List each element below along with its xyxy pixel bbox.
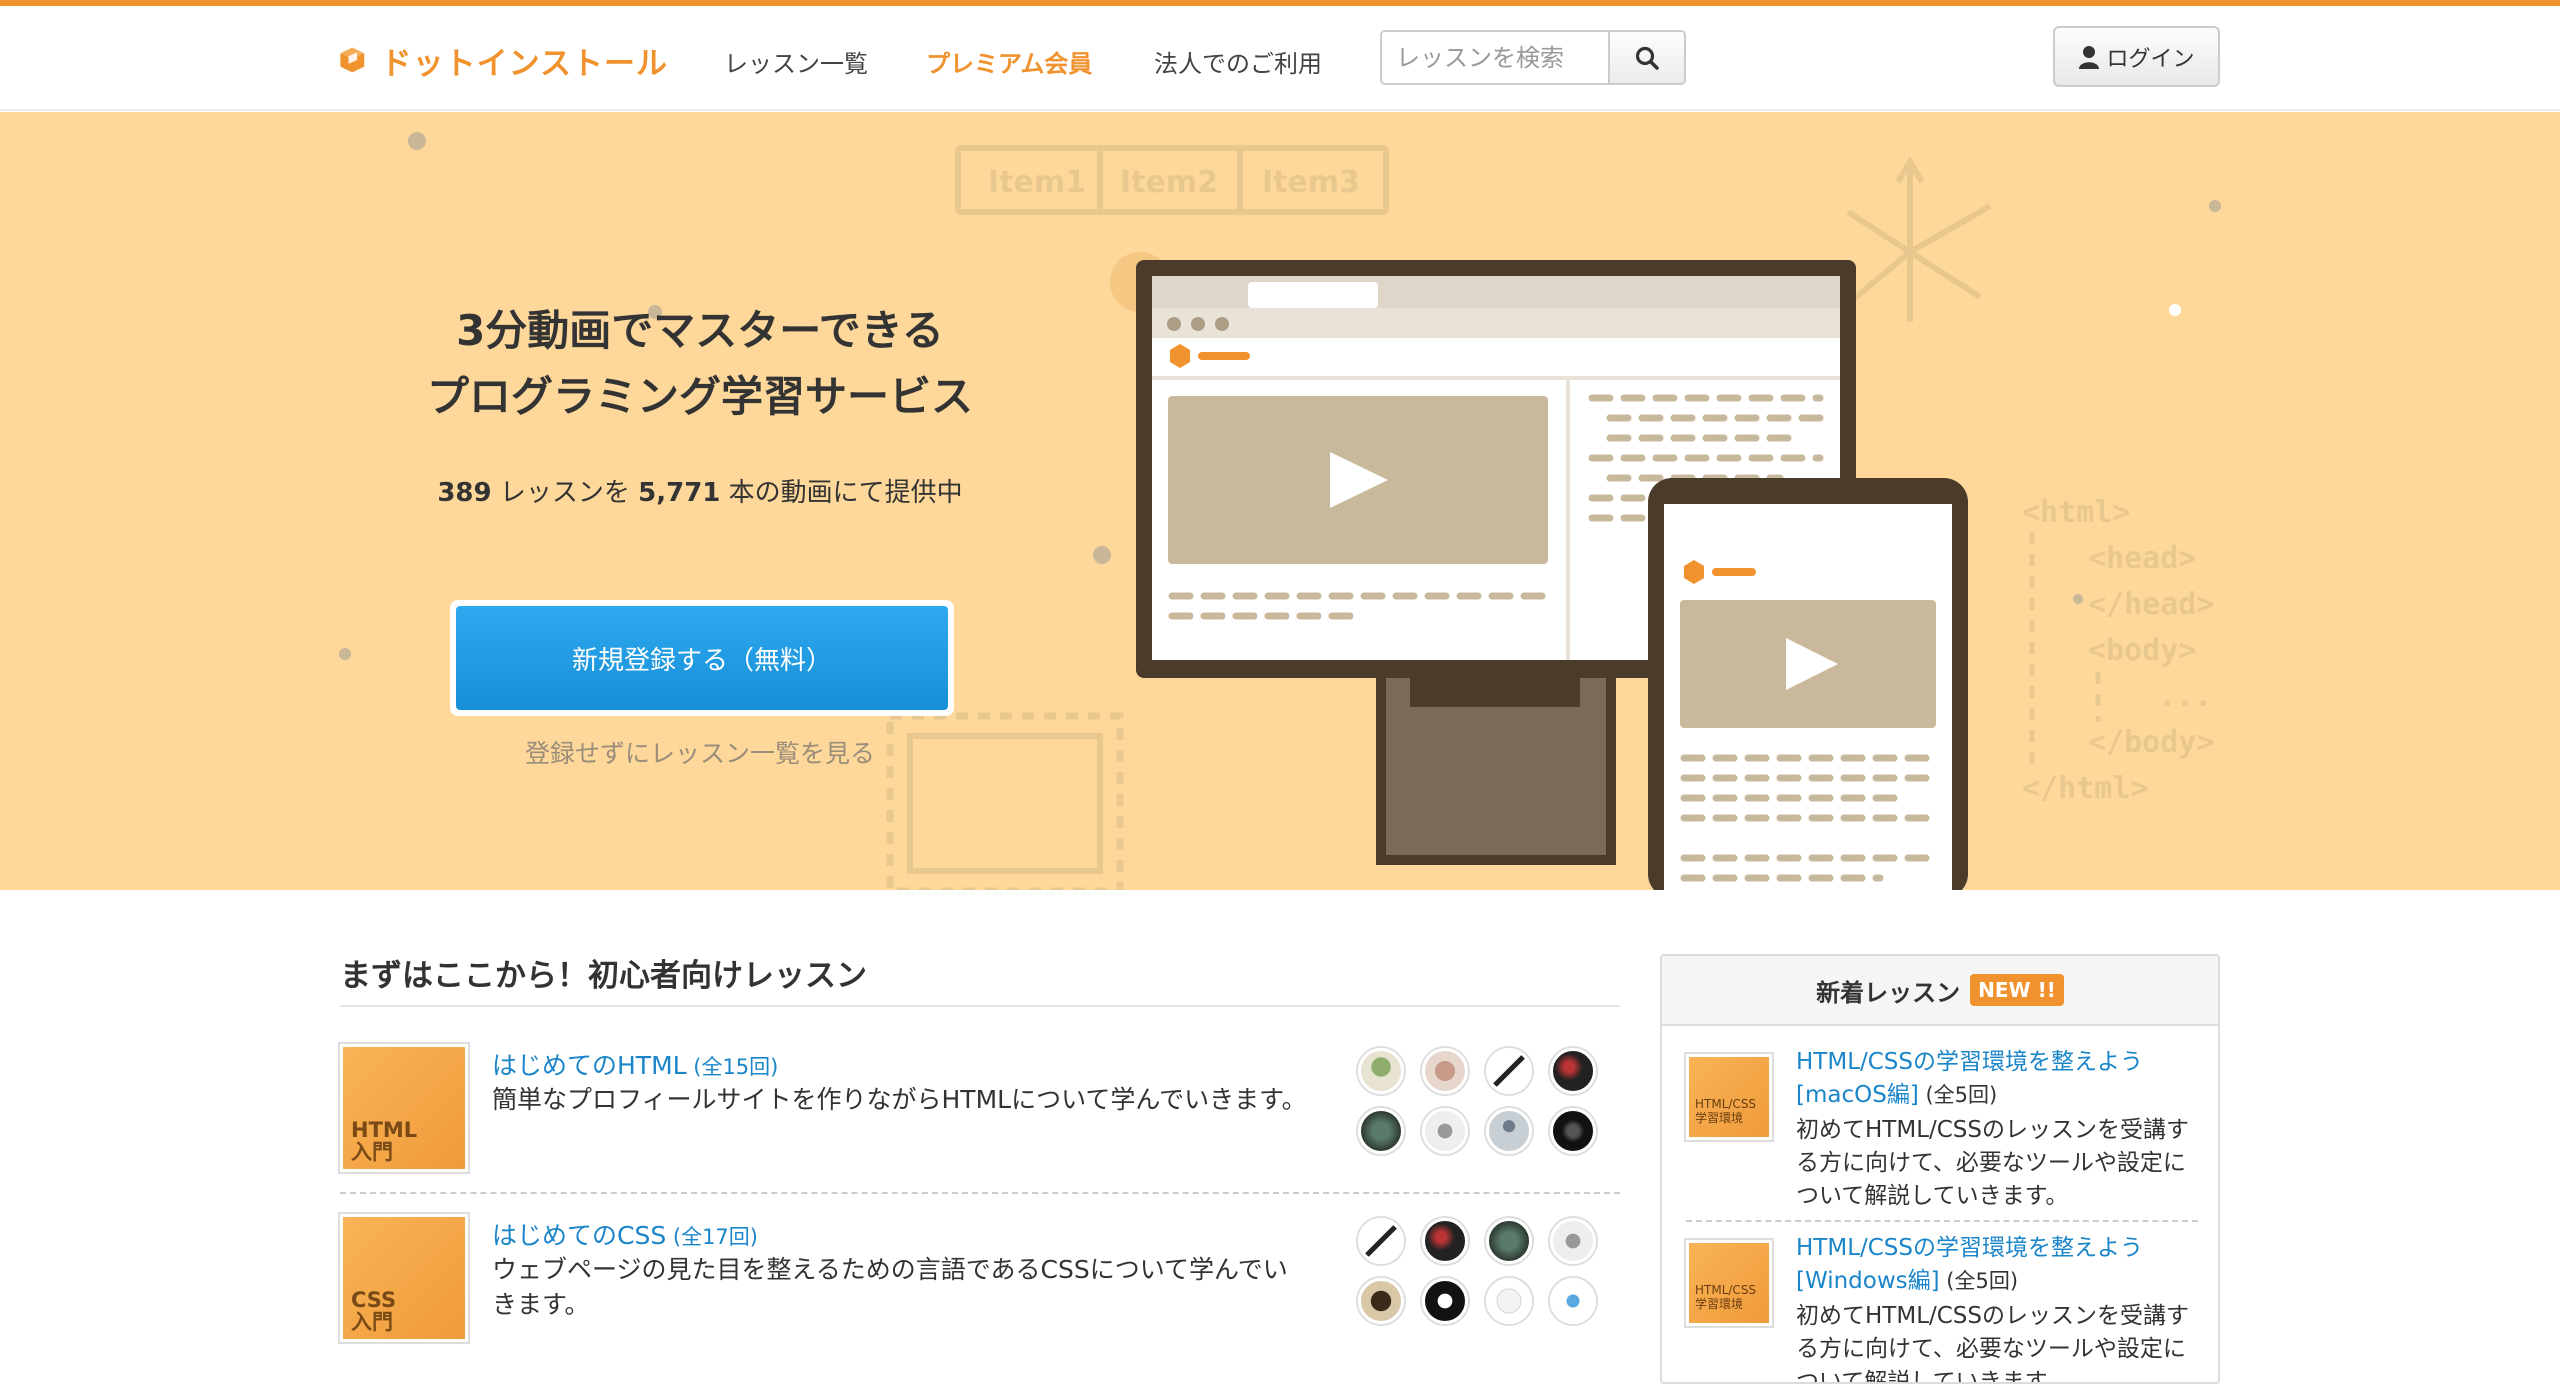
- new-lessons-header: 新着レッスン NEW !!: [1662, 956, 2218, 1026]
- avatar[interactable]: [1422, 1108, 1468, 1154]
- video-count: 5,771: [638, 478, 721, 508]
- signup-button-frame: 新規登録する（無料）: [450, 600, 954, 716]
- site-logo[interactable]: ドットインストール: [338, 30, 668, 90]
- new-badge: NEW !!: [1970, 974, 2064, 1006]
- new-lesson-description: 初めてHTML/CSSのレッスンを受講する方に向けて、必要なツールや設定について…: [1796, 1303, 2190, 1384]
- avatar[interactable]: [1486, 1218, 1532, 1264]
- hero-section: Item1 Item2 Item3 <html> <head> </head> …: [0, 112, 2560, 890]
- browse-lessons-link[interactable]: 登録せずにレッスン一覧を見る: [340, 734, 1060, 770]
- hero-sub-text-2: 本の動画にて提供中: [720, 478, 963, 508]
- avatar[interactable]: [1422, 1218, 1468, 1264]
- lesson-description: 簡単なプロフィールサイトを作りながらHTMLについて学んでいきます。: [492, 1085, 1307, 1114]
- avatar[interactable]: [1486, 1278, 1532, 1324]
- thumbnail-label: CSS 入門: [351, 1288, 397, 1334]
- lesson-title[interactable]: はじめてのCSS (全17回): [492, 1216, 758, 1252]
- art-code-1: <html>: [2022, 495, 2130, 530]
- lesson-count-badge: (全15回): [686, 1055, 779, 1079]
- lesson-title-text: はじめてのCSS: [492, 1221, 667, 1250]
- avatar[interactable]: [1550, 1218, 1596, 1264]
- new-lesson-item[interactable]: HTML/CSS 学習環境 HTML/CSSの学習環境を整えよう [Window…: [1686, 1232, 2198, 1384]
- avatar[interactable]: [1550, 1048, 1596, 1094]
- new-lesson-count: (全5回): [1939, 1269, 2019, 1293]
- search-input[interactable]: [1382, 32, 1608, 83]
- avatar[interactable]: [1486, 1108, 1532, 1154]
- new-lessons-heading: 新着レッスン: [1816, 978, 1961, 1007]
- new-lessons-panel: 新着レッスン NEW !! HTML/CSS 学習環境 HTML/CSSの学習環…: [1660, 954, 2220, 1384]
- lesson-count: 389: [437, 478, 492, 508]
- login-label: ログイン: [2106, 46, 2195, 72]
- avatar[interactable]: [1358, 1278, 1404, 1324]
- lesson-title[interactable]: はじめてのHTML (全15回): [492, 1046, 778, 1082]
- lesson-divider: [340, 1192, 1620, 1194]
- art-tab-3: Item3: [1262, 165, 1360, 200]
- hero-title-line-1: 3分動画でマスターできる: [456, 306, 944, 355]
- hero-title-line-2: プログラミング学習サービス: [426, 372, 973, 421]
- new-lesson-title[interactable]: HTML/CSSの学習環境を整えよう [macOS編] (全5回): [1796, 1046, 2196, 1112]
- avatar[interactable]: [1358, 1218, 1404, 1264]
- avatar[interactable]: [1358, 1048, 1404, 1094]
- new-lesson-description: 初めてHTML/CSSのレッスンを受講する方に向けて、必要なツールや設定について…: [1796, 1117, 2190, 1209]
- avatar[interactable]: [1422, 1278, 1468, 1324]
- new-lesson-thumbnail[interactable]: HTML/CSS 学習環境: [1686, 1054, 1772, 1140]
- search-box: [1380, 30, 1686, 85]
- art-tab-2: Item2: [1120, 165, 1218, 200]
- site-header: ドットインストール レッスン一覧 プレミアム会員 法人でのご利用 ログイン: [0, 6, 2560, 111]
- search-button[interactable]: [1608, 32, 1684, 83]
- avatar[interactable]: [1550, 1278, 1596, 1324]
- art-code-3: </head>: [2088, 587, 2214, 622]
- section-divider: [340, 1005, 1620, 1007]
- new-lesson-thumbnail[interactable]: HTML/CSS 学習環境: [1686, 1240, 1772, 1326]
- nav-lesson-list[interactable]: レッスン一覧: [724, 44, 868, 79]
- new-lesson-divider: [1686, 1220, 2198, 1222]
- user-icon: [2079, 45, 2100, 69]
- search-icon: [1635, 46, 1659, 70]
- signup-button[interactable]: 新規登録する（無料）: [456, 606, 948, 710]
- art-code-6: </body>: [2088, 725, 2214, 760]
- new-lesson-title[interactable]: HTML/CSSの学習環境を整えよう [Windows編] (全5回): [1796, 1232, 2196, 1298]
- lesson-item-css[interactable]: CSS 入門 はじめてのCSS (全17回) ウェブページの見た目を整えるための…: [340, 1214, 1620, 1374]
- nav-premium[interactable]: プレミアム会員: [926, 44, 1092, 79]
- lesson-item-html[interactable]: HTML 入門 はじめてのHTML (全15回) 簡単なプロフィールサイトを作り…: [340, 1044, 1620, 1204]
- lesson-thumbnail[interactable]: CSS 入門: [340, 1214, 468, 1342]
- art-code-2: <head>: [2088, 541, 2196, 576]
- art-code-5: ...: [2158, 679, 2212, 714]
- hero-title: 3分動画でマスターできる プログラミング学習サービス: [340, 298, 1060, 430]
- lesson-description: ウェブページの見た目を整えるための言語であるCSSについて学んでいきます。: [492, 1255, 1288, 1319]
- thumbnail-label: HTML/CSS 学習環境: [1695, 1283, 1757, 1311]
- art-code-7: </html>: [2022, 771, 2148, 806]
- hero-sub-text-1: レッスンを: [491, 478, 639, 508]
- new-lesson-item[interactable]: HTML/CSS 学習環境 HTML/CSSの学習環境を整えよう [macOS編…: [1686, 1046, 2198, 1231]
- avatar[interactable]: [1550, 1108, 1596, 1154]
- beginner-section-heading: まずはここから！初心者向けレッスン: [340, 958, 867, 994]
- logo-cube-icon: [340, 47, 365, 73]
- lesson-thumbnail[interactable]: HTML 入門: [340, 1044, 468, 1172]
- nav-corporate[interactable]: 法人でのご利用: [1154, 44, 1322, 79]
- avatar[interactable]: [1486, 1048, 1532, 1094]
- login-button[interactable]: ログイン: [2053, 26, 2220, 87]
- thumbnail-label: HTML/CSS 学習環境: [1695, 1097, 1757, 1125]
- new-lesson-count: (全5回): [1918, 1083, 1998, 1107]
- lesson-count-badge: (全17回): [666, 1225, 758, 1249]
- art-tab-1: Item1: [988, 165, 1086, 200]
- avatar[interactable]: [1422, 1048, 1468, 1094]
- lesson-title-text: はじめてのHTML: [492, 1051, 687, 1080]
- logo-text: ドットインストール: [380, 45, 668, 82]
- thumbnail-label: HTML 入門: [351, 1118, 418, 1164]
- avatar[interactable]: [1358, 1108, 1404, 1154]
- art-code-4: <body>: [2088, 633, 2196, 668]
- hero-subtitle: 389 レッスンを 5,771 本の動画にて提供中: [340, 472, 1060, 509]
